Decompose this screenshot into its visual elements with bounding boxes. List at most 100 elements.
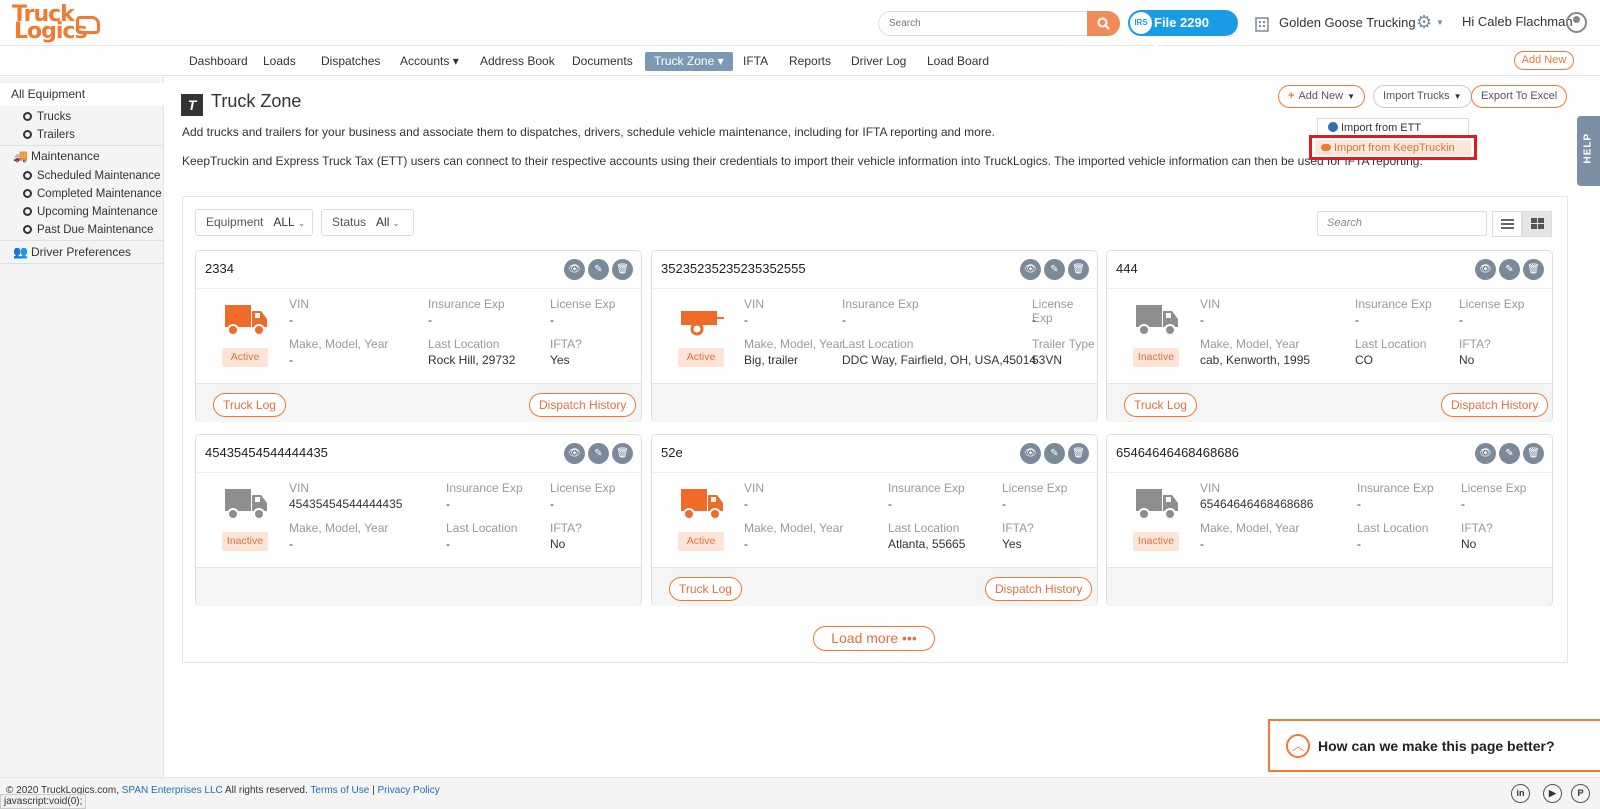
- nav-dispatches[interactable]: Dispatches: [312, 52, 389, 71]
- sidebar-item-completed-maintenance[interactable]: Completed Maintenance: [23, 185, 162, 203]
- help-tab[interactable]: HELP: [1577, 116, 1600, 186]
- equipment-filter[interactable]: Equipment ALL ⌄: [195, 209, 313, 236]
- edit-pencil-icon[interactable]: ✎: [588, 259, 609, 280]
- list-view-button[interactable]: [1492, 211, 1522, 237]
- delete-trash-icon[interactable]: 🗑: [612, 259, 633, 280]
- add-new-dropdown[interactable]: + Add New ▼: [1278, 85, 1365, 108]
- truck-log-button[interactable]: Truck Log: [669, 577, 742, 601]
- chevron-down-icon: ▼: [1436, 18, 1444, 27]
- edit-pencil-icon[interactable]: ✎: [1499, 259, 1520, 280]
- delete-trash-icon[interactable]: 🗑: [1523, 443, 1544, 464]
- terms-link[interactable]: Terms of Use: [310, 785, 369, 796]
- field-value: No: [1461, 537, 1477, 551]
- dispatch-history-button[interactable]: Dispatch History: [985, 577, 1093, 601]
- equipment-search-input[interactable]: Search: [1317, 211, 1487, 236]
- search-button[interactable]: [1087, 11, 1120, 36]
- youtube-icon[interactable]: ▶: [1543, 784, 1562, 803]
- grid-view-button[interactable]: [1522, 211, 1552, 237]
- field-value: Yes: [1002, 537, 1022, 551]
- nav-ifta[interactable]: IFTA: [734, 52, 777, 71]
- field-label: Make, Model, Year: [1200, 521, 1300, 535]
- pinterest-icon[interactable]: P: [1571, 784, 1590, 803]
- trucklogics-logo[interactable]: Truck Logics: [10, 4, 100, 43]
- view-eye-icon[interactable]: 👁: [564, 443, 585, 464]
- field-label: Insurance Exp: [842, 297, 919, 311]
- view-eye-icon[interactable]: 👁: [1475, 259, 1496, 280]
- caret-down-icon: ▼: [1347, 92, 1355, 101]
- field-value: -: [1200, 537, 1204, 551]
- nav-address-book[interactable]: Address Book: [471, 52, 564, 71]
- divider: [196, 288, 641, 289]
- sidebar-item-trucks[interactable]: Trucks: [23, 108, 71, 126]
- sidebar-item-label: Completed Maintenance: [37, 188, 162, 200]
- delete-trash-icon[interactable]: 🗑: [1068, 443, 1089, 464]
- divider: [1107, 472, 1552, 473]
- company-switcher[interactable]: Golden Goose Trucking: [1253, 14, 1416, 34]
- equipment-id: 45435454544444435: [205, 445, 328, 460]
- logo-truck-icon: [76, 16, 100, 34]
- privacy-link[interactable]: Privacy Policy: [377, 785, 439, 796]
- equipment-id: 444: [1116, 261, 1138, 276]
- avatar[interactable]: [1566, 12, 1587, 33]
- dispatch-history-button[interactable]: Dispatch History: [529, 393, 637, 417]
- delete-trash-icon[interactable]: 🗑: [1068, 259, 1089, 280]
- plus-icon: +: [1288, 90, 1295, 102]
- view-eye-icon[interactable]: 👁: [564, 259, 585, 280]
- sidebar-item-scheduled-maintenance[interactable]: Scheduled Maintenance: [23, 167, 160, 185]
- edit-pencil-icon[interactable]: ✎: [1044, 259, 1065, 280]
- sidebar-item-all-equipment[interactable]: All Equipment: [0, 83, 164, 106]
- truck-log-button[interactable]: Truck Log: [213, 393, 286, 417]
- edit-pencil-icon[interactable]: ✎: [1044, 443, 1065, 464]
- field-label: Last Location: [842, 337, 914, 351]
- field-value: 65464646468468686: [1200, 497, 1314, 511]
- field-label: IFTA?: [1002, 521, 1034, 535]
- caret-down-icon: ▼: [1453, 92, 1462, 101]
- equipment-id: 65464646468468686: [1116, 445, 1239, 460]
- settings-menu[interactable]: ⚙ ▼: [1416, 12, 1446, 32]
- import-trucks-dropdown[interactable]: Import Trucks ▼: [1373, 85, 1472, 108]
- view-eye-icon[interactable]: 👁: [1020, 443, 1041, 464]
- list-icon: [1501, 219, 1514, 229]
- status-filter[interactable]: Status All ⌄: [321, 209, 414, 236]
- linkedin-icon[interactable]: in: [1511, 784, 1530, 803]
- user-greeting[interactable]: Hi Caleb Flachman: [1462, 14, 1573, 29]
- nav-reports[interactable]: Reports: [780, 52, 840, 71]
- ett-icon: [1328, 122, 1338, 132]
- global-search-input[interactable]: [878, 11, 1088, 36]
- grid-icon: [1531, 218, 1544, 229]
- sidebar-item-past-due-maintenance[interactable]: Past Due Maintenance: [23, 221, 153, 239]
- sidebar-item-driver-preferences[interactable]: 👥 Driver Preferences: [13, 242, 131, 262]
- sidebar-item-trailers[interactable]: Trailers: [23, 126, 75, 144]
- nav-loads[interactable]: Loads: [254, 52, 305, 71]
- view-eye-icon[interactable]: 👁: [1020, 259, 1041, 280]
- nav-truck-zone[interactable]: Truck Zone ▾: [645, 52, 733, 71]
- export-excel-button[interactable]: Export To Excel: [1471, 85, 1568, 108]
- delete-trash-icon[interactable]: 🗑: [1523, 259, 1544, 280]
- edit-pencil-icon[interactable]: ✎: [1499, 443, 1520, 464]
- view-eye-icon[interactable]: 👁: [1475, 443, 1496, 464]
- dispatch-history-button[interactable]: Dispatch History: [1441, 393, 1549, 417]
- nav-dashboard[interactable]: Dashboard: [180, 52, 257, 71]
- span-enterprises-link[interactable]: SPAN Enterprises LLC: [122, 785, 223, 796]
- edit-pencil-icon[interactable]: ✎: [588, 443, 609, 464]
- add-new-button[interactable]: Add New: [1514, 51, 1574, 70]
- menu-item-import-ett[interactable]: Import from ETT: [1328, 122, 1421, 134]
- sidebar-item-maintenance[interactable]: 🚚 Maintenance: [13, 146, 100, 166]
- nav-documents[interactable]: Documents: [563, 52, 642, 71]
- search-icon: [1097, 17, 1110, 30]
- field-label: VIN: [289, 481, 310, 495]
- field-value: -: [1461, 497, 1465, 511]
- feedback-widget[interactable]: ︿ How can we make this page better?: [1268, 719, 1600, 772]
- nav-accounts[interactable]: Accounts ▾: [391, 52, 468, 71]
- add-new-label: Add New: [1298, 90, 1344, 102]
- nav-driver-log[interactable]: Driver Log: [842, 52, 915, 71]
- nav-load-board[interactable]: Load Board: [918, 52, 998, 71]
- delete-trash-icon[interactable]: 🗑: [612, 443, 633, 464]
- file-2290-button[interactable]: IRS File 2290 Now: [1128, 10, 1238, 56]
- load-more-button[interactable]: Load more •••: [813, 626, 935, 651]
- equipment-card: 444 👁 ✎ 🗑 Inactive VIN Insurance Exp Licen…: [1106, 250, 1553, 422]
- filter-value: All: [376, 215, 390, 229]
- truck-log-button[interactable]: Truck Log: [1124, 393, 1197, 417]
- menu-item-import-keeptruckin[interactable]: Import from KeepTruckin: [1309, 135, 1477, 160]
- sidebar-item-upcoming-maintenance[interactable]: Upcoming Maintenance: [23, 203, 158, 221]
